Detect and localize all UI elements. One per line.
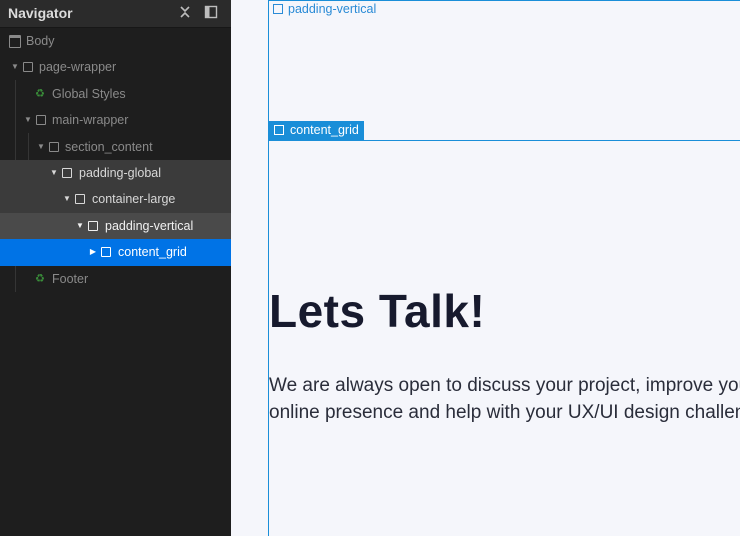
page-heading: Lets Talk! bbox=[269, 285, 486, 337]
element-box-icon bbox=[62, 167, 72, 178]
tree-item-label: main-wrapper bbox=[52, 113, 129, 128]
tree-item-label: Body bbox=[26, 34, 55, 48]
collapse-icon[interactable] bbox=[178, 5, 192, 19]
tree-item-content-grid[interactable]: ▶ content_grid bbox=[0, 239, 231, 266]
padding-vertical-tag-label: padding-vertical bbox=[288, 2, 377, 16]
caret-down-icon[interactable]: ▼ bbox=[62, 186, 72, 212]
tree-item-label: container-large bbox=[92, 192, 176, 207]
caret-down-icon[interactable]: ▼ bbox=[23, 107, 33, 133]
tree-item-main-wrapper[interactable]: ▼ main-wrapper bbox=[0, 107, 231, 133]
tree-item-label: page-wrapper bbox=[39, 60, 117, 75]
element-box-icon bbox=[274, 125, 284, 135]
design-canvas[interactable]: padding-vertical content_grid Lets Talk!… bbox=[231, 0, 740, 536]
tree-item-label: Footer bbox=[52, 271, 89, 286]
element-box-icon bbox=[23, 62, 33, 73]
caret-down-icon[interactable]: ▼ bbox=[49, 160, 59, 186]
element-box-icon bbox=[36, 115, 46, 126]
intro-paragraph: We are always open to discuss your proje… bbox=[269, 375, 740, 423]
content-grid-tag[interactable]: content_grid bbox=[269, 121, 364, 140]
tree-item-body[interactable]: Body bbox=[0, 28, 231, 54]
element-box-icon bbox=[75, 194, 85, 205]
tree-item-padding-global[interactable]: ▼ padding-global bbox=[0, 159, 231, 187]
dock-panel-icon[interactable] bbox=[204, 5, 218, 19]
tree-item-section-content[interactable]: ▼ section_content bbox=[0, 134, 231, 160]
body-icon bbox=[9, 35, 21, 48]
caret-right-icon[interactable]: ▶ bbox=[88, 239, 98, 265]
content-grid-tag-label: content_grid bbox=[290, 123, 359, 137]
tree-item-page-wrapper[interactable]: ▼ page-wrapper bbox=[0, 54, 231, 80]
padding-vertical-tag[interactable]: padding-vertical bbox=[273, 2, 376, 16]
navigator-header: Navigator bbox=[0, 0, 231, 28]
navigator-panel: Navigator Body ▼ page-wrapper ♻ Global S… bbox=[0, 0, 231, 536]
tree-item-container-large[interactable]: ▼ container-large bbox=[0, 186, 231, 213]
tree-item-label: padding-vertical bbox=[105, 218, 194, 233]
element-box-icon bbox=[101, 247, 111, 258]
navigator-title: Navigator bbox=[8, 5, 73, 21]
navigator-tree: Body ▼ page-wrapper ♻ Global Styles ▼ ma… bbox=[0, 28, 231, 292]
component-icon: ♻ bbox=[35, 272, 45, 285]
tree-item-label: section_content bbox=[65, 139, 153, 154]
element-box-icon bbox=[49, 141, 59, 152]
tree-item-global-styles[interactable]: ♻ Global Styles bbox=[0, 81, 231, 107]
tree-item-label: Global Styles bbox=[52, 86, 126, 101]
padding-vertical-outline bbox=[268, 0, 740, 1]
content-grid-outline bbox=[268, 140, 740, 141]
element-box-icon bbox=[273, 4, 283, 14]
component-icon: ♻ bbox=[35, 87, 45, 100]
tree-item-footer[interactable]: ♻ Footer bbox=[0, 266, 231, 292]
caret-down-icon[interactable]: ▼ bbox=[36, 134, 46, 160]
tree-item-label: padding-global bbox=[79, 165, 162, 180]
tree-item-label: content_grid bbox=[118, 245, 187, 260]
padding-vertical-outline bbox=[268, 0, 269, 536]
element-box-icon bbox=[88, 220, 98, 231]
caret-down-icon[interactable]: ▼ bbox=[10, 54, 20, 80]
tree-item-padding-vertical[interactable]: ▼ padding-vertical bbox=[0, 212, 231, 240]
caret-down-icon[interactable]: ▼ bbox=[75, 213, 85, 239]
